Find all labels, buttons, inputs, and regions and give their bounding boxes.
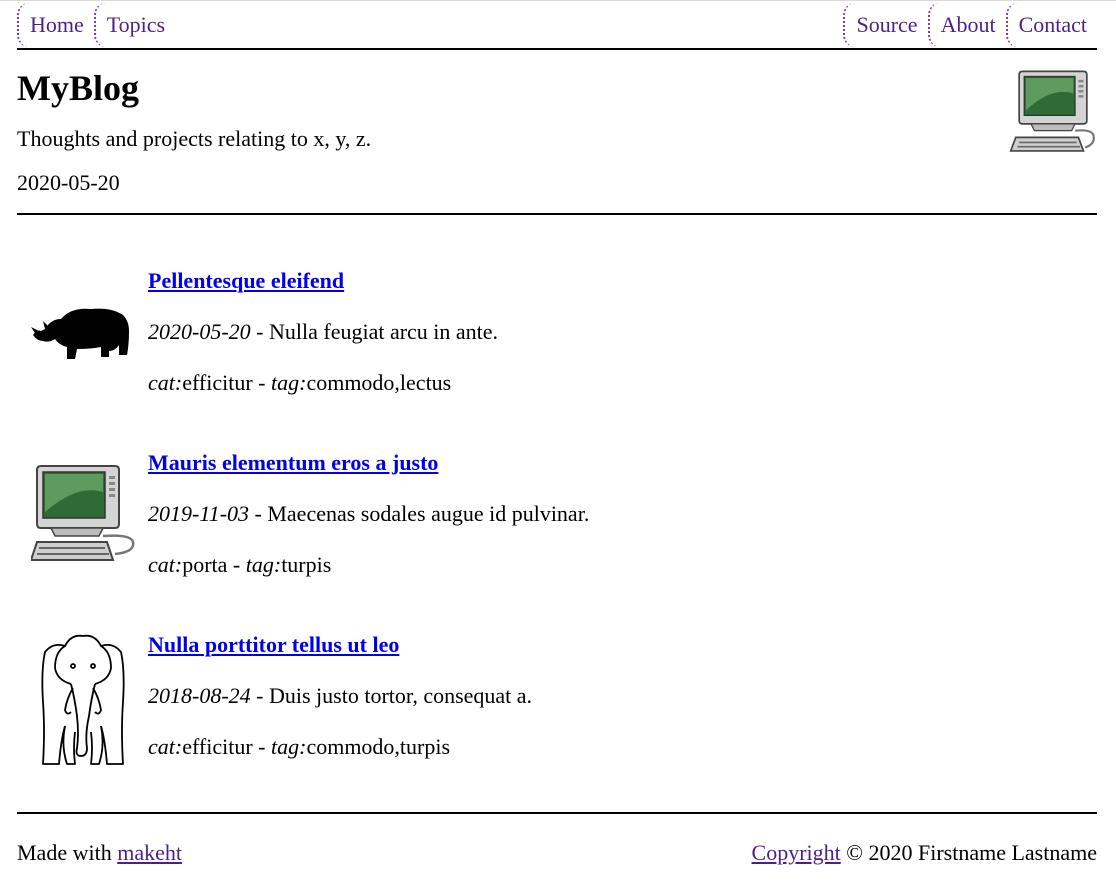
makeht-link[interactable]: makeht <box>117 840 182 865</box>
cat-label: cat: <box>148 370 183 395</box>
post-item: Nulla porttitor tellus ut leo 2018-08-24… <box>17 630 1097 790</box>
post-taxonomy: cat:porta - tag:turpis <box>148 550 331 580</box>
rhinoceros-icon <box>31 289 135 393</box>
nav-right: Source About Contact <box>843 3 1097 47</box>
copyright-link[interactable]: Copyright <box>752 840 841 865</box>
post-summary: Nulla feugiat arcu in ante. <box>268 319 499 344</box>
post-tags: commodo,lectus <box>306 370 452 395</box>
elephant-icon <box>31 630 135 770</box>
nav-contact-link[interactable]: Contact <box>1005 3 1097 47</box>
post-date: 2019-11-03 <box>148 501 250 526</box>
meta-separator: - <box>249 501 268 526</box>
nav-topics-link[interactable]: Topics <box>93 3 175 47</box>
post-tags: commodo,turpis <box>306 734 451 759</box>
post-meta: 2020-05-20 - Nulla feugiat arcu in ante. <box>148 317 498 347</box>
post-taxonomy: cat:efficitur - tag:commodo,turpis <box>148 732 450 762</box>
footer-divider <box>17 812 1097 814</box>
post-title-link[interactable]: Nulla porttitor tellus ut leo <box>148 630 399 660</box>
footer-copyright: Copyright © 2020 Firstname Lastname <box>752 838 1097 868</box>
nav-divider <box>17 48 1097 50</box>
post-meta: 2018-08-24 - Duis justo tortor, consequa… <box>148 681 532 711</box>
header-date: 2020-05-20 <box>17 170 120 195</box>
post-category: efficitur <box>182 370 253 395</box>
post-summary: Maecenas sodales augue id pulvinar. <box>267 501 590 526</box>
tag-label: tag: <box>245 552 282 577</box>
made-with-text: Made with <box>17 840 118 865</box>
header-divider <box>17 213 1097 215</box>
top-nav: Home Topics Source About Contact <box>17 3 1097 47</box>
post-item: Pellentesque eleifend 2020-05-20 - Nulla… <box>17 266 1097 426</box>
nav-home-link[interactable]: Home <box>17 3 94 47</box>
post-meta: 2019-11-03 - Maecenas sodales augue id p… <box>148 499 589 529</box>
meta-separator: - <box>250 683 269 708</box>
post-item: Mauris elementum eros a justo 2019-11-03… <box>17 448 1097 608</box>
post-tags: turpis <box>281 552 332 577</box>
meta-separator: - <box>252 734 271 759</box>
page: Home Topics Source About Contact MyBlog … <box>17 0 1097 886</box>
post-date: 2018-08-24 <box>148 683 251 708</box>
computer-icon <box>29 462 135 566</box>
post-category: porta <box>182 552 228 577</box>
post-date: 2020-05-20 <box>148 319 251 344</box>
post-taxonomy: cat:efficitur - tag:commodo,lectus <box>148 368 451 398</box>
copyright-text: © 2020 Firstname Lastname <box>840 840 1097 865</box>
nav-source-link[interactable]: Source <box>843 3 927 47</box>
computer-icon <box>1009 68 1097 156</box>
tag-label: tag: <box>270 370 307 395</box>
meta-separator: - <box>227 552 246 577</box>
post-title-link[interactable]: Mauris elementum eros a justo <box>148 448 438 478</box>
meta-separator: - <box>252 370 271 395</box>
footer-made-with: Made with makeht <box>17 838 182 868</box>
cat-label: cat: <box>148 552 183 577</box>
site-tagline: Thoughts and projects relating to x, y, … <box>17 126 372 151</box>
post-summary: Duis justo tortor, consequat a. <box>268 683 533 708</box>
post-category: efficitur <box>182 734 253 759</box>
cat-label: cat: <box>148 734 183 759</box>
tag-label: tag: <box>270 734 307 759</box>
site-title: MyBlog <box>17 68 139 108</box>
nav-left: Home Topics <box>17 3 175 47</box>
nav-about-link[interactable]: About <box>927 3 1006 47</box>
post-title-link[interactable]: Pellentesque eleifend <box>148 266 344 296</box>
meta-separator: - <box>250 319 269 344</box>
